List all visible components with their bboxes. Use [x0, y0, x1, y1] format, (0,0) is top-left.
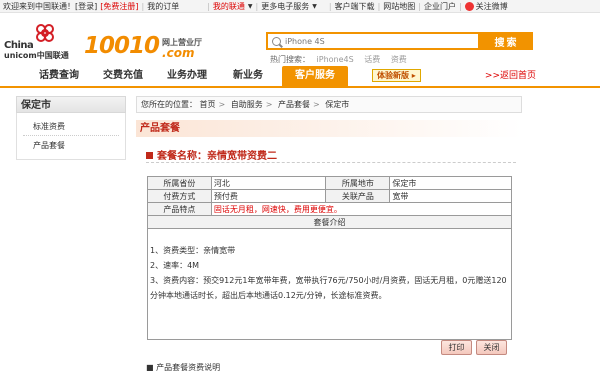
chevron-down-icon: ▼	[312, 2, 317, 10]
hot-search-item[interactable]: 话费	[364, 55, 380, 64]
intro-content: 1、资费类型：亲情宽带 2、速率：4M 3、资费内容：预交912元1年宽带年费，…	[147, 228, 512, 340]
city-label: 所属地市	[325, 176, 391, 190]
client-download-link[interactable]: 客户端下载	[335, 1, 375, 12]
province-value: 河北	[210, 176, 327, 190]
package-info-table: 所属省份 河北 所属地市 保定市 付费方式 预付费 关联产品 宽带 产品特点 固…	[147, 176, 513, 340]
hot-search-item[interactable]: 资费	[391, 55, 407, 64]
nav-item-recharge[interactable]: 交费充值	[94, 66, 152, 86]
nav-item-business[interactable]: 业务办理	[158, 66, 216, 86]
chevron-down-icon: ▼	[247, 2, 253, 10]
main-nav: 话费查询 交费充值 业务办理 新业务 客户服务 体验新版 ▸ >>返回首页	[0, 66, 600, 88]
my-order-link[interactable]: 我的订单	[147, 1, 179, 12]
weibo-link[interactable]: 关注微博	[476, 1, 508, 12]
search-bar: 搜索	[266, 32, 533, 50]
related-value: 宽带	[389, 189, 512, 203]
sidebar-item-product-package[interactable]: 产品套餐	[23, 136, 119, 155]
sidebar-item-standard-tariff[interactable]: 标准资费	[23, 117, 119, 136]
table-row: 套餐介绍	[147, 215, 512, 229]
table-row: 所属省份 河北 所属地市 保定市	[147, 176, 512, 190]
feature-value: 固话无月租，网速快，费用更便宜。	[210, 202, 513, 216]
breadcrumb-item[interactable]: 首页	[200, 100, 216, 109]
divider: |	[418, 1, 421, 11]
login-link[interactable]: [登录]	[75, 1, 97, 12]
brand-domain: .com	[162, 46, 195, 60]
sitemap-link[interactable]: 网站地图	[383, 1, 415, 12]
more-services-link[interactable]: 更多电子服务	[261, 1, 309, 12]
divider: |	[328, 1, 332, 11]
divider	[146, 162, 516, 163]
table-row: 付费方式 预付费 关联产品 宽带	[147, 189, 512, 203]
sidebar-title: 保定市	[16, 96, 126, 113]
divider: |	[458, 1, 462, 11]
hot-searches: 热门搜索： iPhone4S 话费 资费	[270, 54, 415, 65]
intro-line: 1、资费类型：亲情宽带	[150, 246, 236, 255]
try-new-version-badge[interactable]: 体验新版 ▸	[372, 69, 421, 82]
unicom-logo[interactable]: China unicom中国联通	[4, 22, 74, 62]
brand-number: 10010	[84, 33, 160, 59]
divider: |	[255, 1, 259, 11]
section-title: 产品套餐	[136, 120, 522, 137]
divider: |	[207, 1, 210, 11]
search-input[interactable]	[285, 36, 465, 46]
brand-10010[interactable]: 10010 网上营业厅 .com	[84, 30, 202, 60]
divider: |	[141, 1, 145, 11]
nav-item-new-business[interactable]: 新业务	[222, 66, 274, 86]
search-button[interactable]: 搜索	[480, 32, 533, 50]
breadcrumb-item[interactable]: 产品套餐	[278, 100, 310, 109]
search-box	[266, 32, 480, 50]
related-label: 关联产品	[325, 189, 391, 203]
hot-search-item[interactable]: iPhone4S	[317, 55, 354, 64]
print-button[interactable]: 打印	[441, 340, 472, 355]
unicom-knot-icon	[36, 24, 54, 42]
my-unicom-link[interactable]: 我的联通	[213, 1, 245, 12]
header: China unicom中国联通 10010 网上营业厅 .com 搜索 热门搜…	[0, 14, 600, 66]
action-buttons: 打印 关闭	[441, 340, 507, 355]
breadcrumb-current: 保定市	[325, 100, 350, 109]
enterprise-link[interactable]: 企业门户	[424, 1, 456, 12]
package-name: 套餐名称：亲情宽带资费二	[146, 147, 277, 162]
breadcrumb-item[interactable]: 自助服务	[231, 100, 263, 109]
close-button[interactable]: 关闭	[476, 340, 507, 355]
register-link[interactable]: [免费注册]	[100, 1, 138, 12]
table-row: 1、资费类型：亲情宽带 2、速率：4M 3、资费内容：预交912元1年宽带年费，…	[147, 228, 512, 340]
intro-label: 套餐介绍	[147, 215, 512, 229]
province-label: 所属省份	[147, 176, 212, 190]
bullet-square-icon	[146, 152, 153, 159]
back-home-link[interactable]: >>返回首页	[485, 66, 536, 86]
breadcrumb-prefix: 您所在的位置：	[141, 100, 197, 109]
welcome-text: 欢迎来到中国联通！	[3, 1, 75, 11]
top-bar: 欢迎来到中国联通！ [登录] [免费注册] | 我的订单 | 我的联通 ▼ | …	[0, 0, 600, 13]
feature-label: 产品特点	[147, 202, 212, 216]
weibo-icon	[464, 1, 474, 11]
package-name-text: 套餐名称：亲情宽带资费二	[157, 151, 277, 162]
table-row: 产品特点 固话无月租，网速快，费用更便宜。	[147, 202, 513, 216]
breadcrumb: 您所在的位置： 首页 > 自助服务 > 产品套餐 > 保定市	[136, 96, 522, 113]
logo-unicom-text: unicom中国联通	[4, 51, 69, 60]
hot-search-label: 热门搜索：	[270, 55, 310, 64]
payment-label: 付费方式	[147, 189, 212, 203]
divider: |	[377, 1, 381, 11]
sidebar-list: 标准资费 产品套餐	[16, 113, 126, 160]
city-value: 保定市	[389, 176, 512, 190]
payment-value: 预付费	[210, 189, 327, 203]
nav-item-customer-service[interactable]: 客户服务	[282, 66, 348, 86]
search-icon	[272, 36, 281, 46]
intro-line: 3、资费内容：预交912元1年宽带年费，宽带执行76元/750小时/月资费，固话…	[150, 276, 507, 300]
nav-item-bill-query[interactable]: 话费查询	[30, 66, 88, 86]
intro-line: 2、速率：4M	[150, 261, 200, 270]
sidebar: 保定市 标准资费 产品套餐	[16, 96, 126, 176]
